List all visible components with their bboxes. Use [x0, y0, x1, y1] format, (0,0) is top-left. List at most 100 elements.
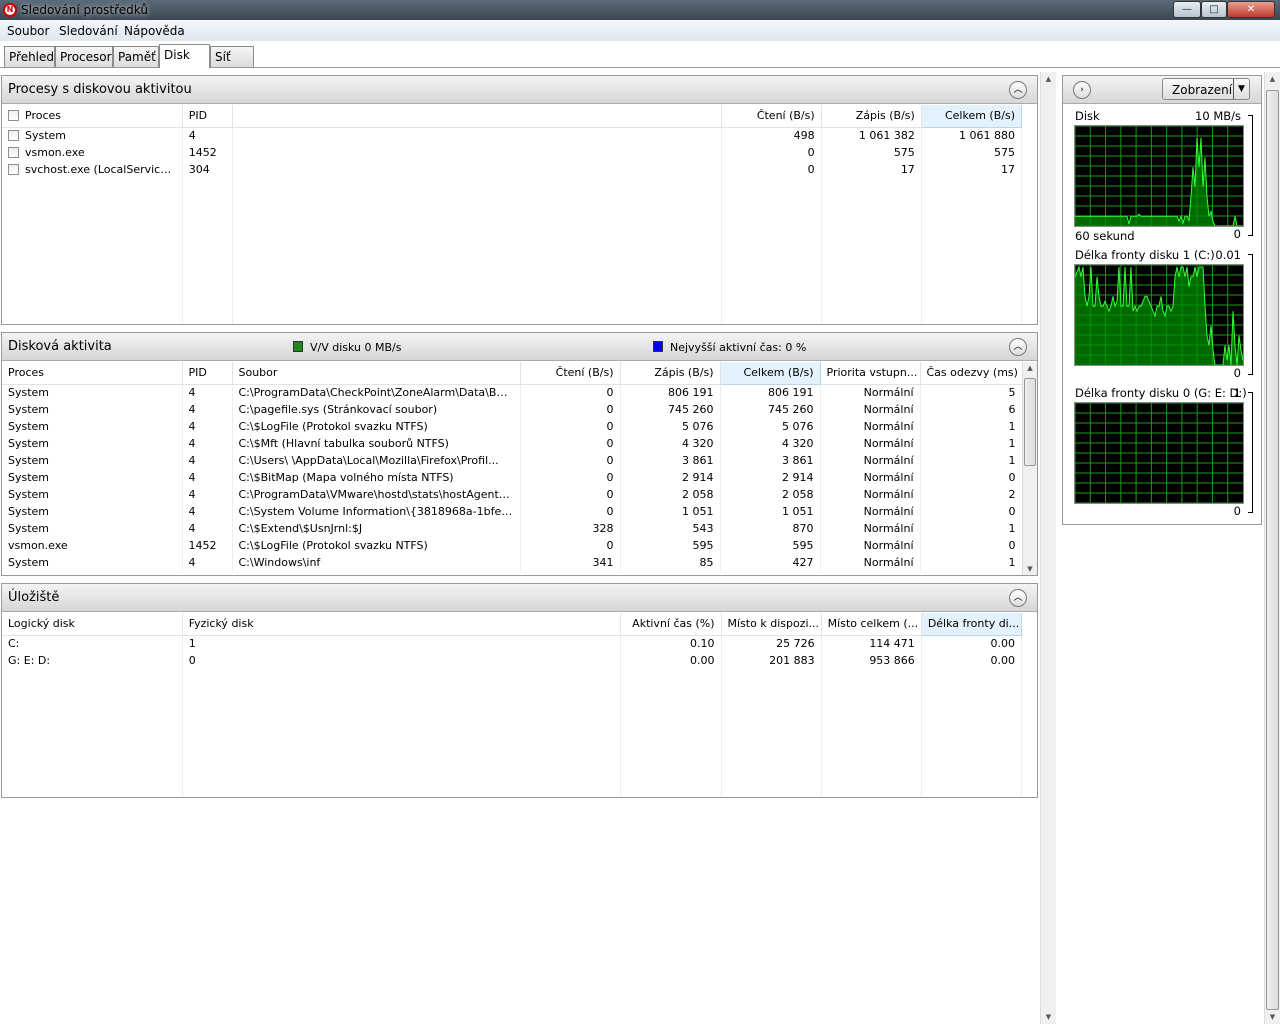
select-all-checkbox[interactable] [8, 110, 19, 122]
cell-text: 498 [793, 129, 815, 143]
disk-activity-scrollbar[interactable]: ▲ ▼ [1022, 362, 1037, 575]
storage-header[interactable]: Úložiště ︿ [2, 584, 1037, 612]
cell-text: 328 [592, 522, 614, 535]
view-dropdown-button[interactable]: Zobrazení ▼ [1162, 78, 1250, 100]
table-row[interactable]: svchost.exe (LocalServiceNet... 304 0 17 17 [2, 161, 1023, 178]
column-header[interactable]: Aktivní čas (%) [620, 613, 722, 636]
collapse-up-icon[interactable]: ︿ [1009, 81, 1027, 99]
table-row[interactable]: System 4 498 1 061 382 1 061 880 [2, 127, 1023, 144]
cell-text: 745 260 [768, 403, 814, 416]
table-cell: 4 [182, 452, 233, 469]
tab-prehled[interactable]: Přehled [4, 46, 55, 67]
tab-pamet[interactable]: Paměť [113, 46, 159, 67]
column-header[interactable]: Soubor [232, 362, 521, 385]
minimize-button[interactable]: — [1173, 1, 1201, 18]
table-row[interactable]: System 4 C:\Users\ \AppData\Local\Mozilla\… [2, 452, 1023, 469]
storage-panel: Úložiště ︿ Logický disk Fyzický disk Aktiv… [1, 583, 1038, 798]
menu-soubor[interactable]: Soubor [7, 24, 49, 38]
table-row[interactable]: System 4 C:\System Volume Information\{381… [2, 503, 1023, 520]
scrollbar-thumb[interactable] [1266, 90, 1279, 1010]
table-row[interactable]: System 4 C:\$Mft (Hlavní tabulka souborů N… [2, 435, 1023, 452]
column-header[interactable] [232, 105, 722, 128]
table-row[interactable]: G: E: D: 0 0.00 201 883 953 866 0.00 [2, 652, 1023, 669]
column-label: Aktivní čas (%) [632, 617, 715, 631]
cell-text: System [25, 129, 67, 143]
row-checkbox[interactable] [8, 164, 19, 175]
cell-text: 3 861 [782, 454, 814, 467]
column-header[interactable]: Proces [2, 362, 183, 385]
cell-text: 427 [792, 556, 814, 569]
table-cell: C:\pagefile.sys (Stránkovací soubor) [232, 401, 521, 418]
column-header[interactable]: PID [182, 362, 233, 385]
table-cell [232, 144, 722, 161]
tab-sit[interactable]: Síť [210, 46, 254, 67]
graph-min: 0 [1233, 227, 1241, 241]
column-header[interactable]: Zápis (B/s) [821, 105, 922, 128]
table-cell: 953 866 [821, 652, 922, 669]
column-header[interactable]: Čtení (B/s) [721, 105, 822, 128]
table-cell: 3 861 [720, 452, 821, 469]
column-header[interactable]: Čas odezvy (ms) [920, 362, 1023, 385]
table-cell: 1452 [182, 144, 233, 161]
column-header[interactable]: Fyzický disk [182, 613, 622, 636]
collapse-up-icon[interactable]: ︿ [1009, 589, 1027, 607]
table-cell: 4 [182, 554, 233, 571]
table-row[interactable]: vsmon.exe 1452 C:\$LogFile (Protokol svazk… [2, 537, 1023, 554]
table-row[interactable]: System 4 C:\$LogFile (Protokol svazku NTFS… [2, 418, 1023, 435]
disk-activity-header[interactable]: Disková aktivita V/V disku 0 MB/s Nejvyš… [2, 333, 1037, 361]
column-header[interactable]: Priorita vstupn... [820, 362, 921, 385]
column-header[interactable]: Celkem (B/s) [720, 362, 821, 385]
column-header[interactable]: Délka fronty di... [921, 613, 1023, 636]
table-cell: 1 061 880 [921, 127, 1023, 144]
close-button[interactable]: ✕ [1227, 1, 1275, 18]
table-cell: C:\$LogFile (Protokol svazku NTFS) [232, 418, 521, 435]
column-header[interactable]: Celkem (B/s) [921, 105, 1023, 128]
table-cell: System [2, 384, 183, 401]
column-label: Čtení (B/s) [555, 366, 614, 380]
table-row[interactable]: System 4 C:\Windows\inf 341 85 427 Normální 1 [2, 554, 1023, 571]
column-header[interactable]: Logický disk [2, 613, 183, 636]
table-cell: 5 076 [620, 418, 721, 435]
row-checkbox[interactable] [8, 147, 19, 158]
processes-panel-header[interactable]: Procesy s diskovou aktivitou ︿ [2, 76, 1037, 104]
main-scrollbar[interactable]: ▲ ▼ [1040, 72, 1056, 1024]
table-row[interactable]: C: 1 0.10 25 726 114 471 0.00 [2, 635, 1023, 652]
cell-text: 0 [606, 454, 614, 467]
table-row[interactable]: System 4 C:\pagefile.sys (Stránkovací soub… [2, 401, 1023, 418]
maximize-button[interactable]: □ [1201, 1, 1227, 18]
collapse-up-icon[interactable]: ︿ [1009, 338, 1027, 356]
menu-sledovani[interactable]: Sledování [59, 24, 118, 38]
panel-title: Úložiště [8, 590, 60, 605]
column-label: Logický disk [8, 617, 75, 631]
table-row[interactable]: vsmon.exe 1452 0 575 575 [2, 144, 1023, 161]
column-header[interactable]: Místo k dispozi... [721, 613, 822, 636]
table-cell: System [2, 401, 183, 418]
scale-bracket [1248, 115, 1253, 236]
table-cell: 0 [520, 418, 621, 435]
table-row[interactable]: System 4 C:\$Extend\$UsnJrnl:$J 328 543 870 No… [2, 520, 1023, 537]
table-cell: 4 [182, 520, 233, 537]
menu-napoveda[interactable]: Nápověda [124, 24, 185, 38]
table-row[interactable]: System 4 C:\$BitMap (Mapa volného místa NT… [2, 469, 1023, 486]
column-header[interactable]: PID [182, 105, 233, 128]
cell-text: 1 [1008, 437, 1016, 450]
row-checkbox[interactable] [8, 130, 19, 142]
table-cell: 745 260 [620, 401, 721, 418]
column-header[interactable]: Zápis (B/s) [620, 362, 721, 385]
table-cell: 17 [821, 161, 922, 178]
tab-procesor[interactable]: Procesor [55, 46, 113, 67]
column-header[interactable]: Proces [2, 105, 183, 128]
expand-right-icon[interactable]: › [1073, 81, 1091, 99]
table-cell: 0 [721, 144, 822, 161]
column-header[interactable]: Místo celkem (... [821, 613, 922, 636]
table-cell: C:\$Mft (Hlavní tabulka souborů NTFS) [232, 435, 521, 452]
table-cell: 0 [920, 469, 1023, 486]
cell-text: 4 320 [782, 437, 814, 450]
tab-disk[interactable]: Disk [159, 44, 210, 68]
chevron-down-icon: ▼ [1233, 79, 1249, 99]
column-header[interactable]: Čtení (B/s) [520, 362, 621, 385]
scrollbar-thumb[interactable] [1024, 378, 1036, 466]
table-row[interactable]: System 4 C:\ProgramData\CheckPoint\ZoneAla… [2, 384, 1023, 401]
side-scrollbar[interactable]: ▲ ▼ [1264, 72, 1280, 1024]
table-row[interactable]: System 4 C:\ProgramData\VMware\hostd\stats… [2, 486, 1023, 503]
